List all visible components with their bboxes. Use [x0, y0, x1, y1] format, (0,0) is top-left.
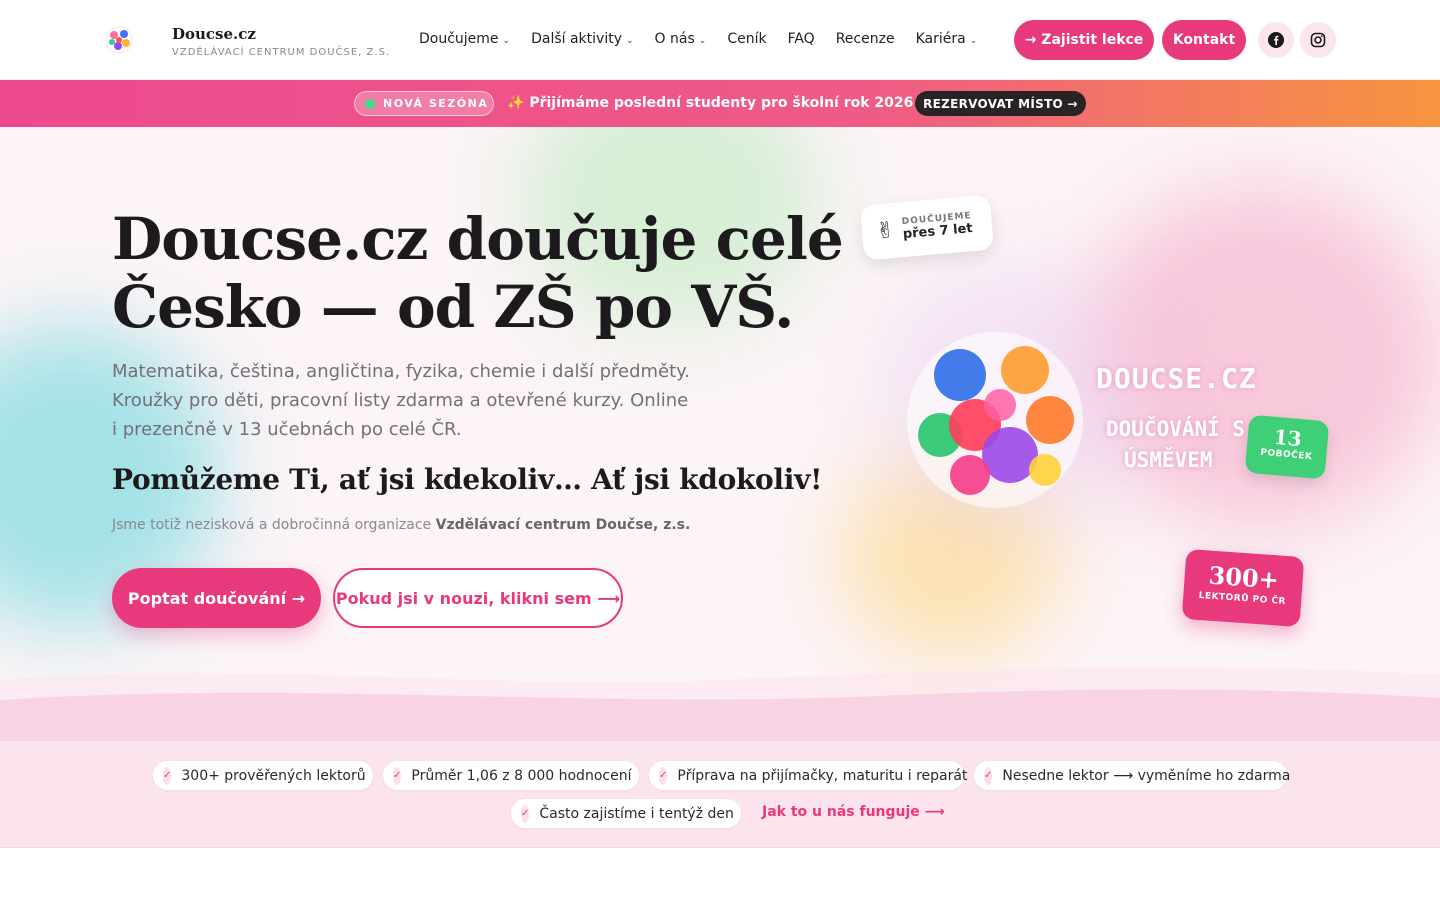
wave-divider: [0, 667, 1440, 741]
check-icon: ✓: [393, 766, 402, 785]
facebook-icon[interactable]: [1258, 22, 1294, 58]
page-bottom: [0, 849, 1440, 900]
sparkle-icon: ✨: [507, 95, 530, 111]
brand-name: Doucse.cz: [172, 25, 256, 43]
lectors-badge: 300+ LEKTORŮ PO ČR: [1181, 548, 1305, 628]
check-icon: ✓: [659, 766, 668, 785]
logo-slogan-line1: DOUČOVÁNÍ S: [1106, 417, 1246, 441]
check-icon: ✓: [984, 766, 993, 785]
victory-hand-icon: ✌: [875, 217, 896, 245]
nav-kariera[interactable]: Kariéra ⌄: [916, 31, 978, 47]
brand-subtitle: VZDĚLÁVACÍ CENTRUM DOUČSE, Z.S.: [172, 47, 391, 58]
hero-note: Jsme totiž nezisková a dobročinná organi…: [112, 517, 691, 533]
book-lessons-button[interactable]: → Zajistit lekce: [1014, 20, 1154, 60]
reserve-button[interactable]: REZERVOVAT MÍSTO →: [915, 91, 1086, 116]
how-it-works-link[interactable]: Jak to u nás funguje ⟶: [762, 804, 945, 820]
hero-subtitle: Pomůžeme Ti, ať jsi kdekoliv… Ať jsi kdo…: [112, 463, 823, 496]
feature-chip: ✓ Často zajistíme i tentýž den: [511, 799, 741, 828]
check-icon: ✓: [521, 804, 530, 823]
nav-faq[interactable]: FAQ: [788, 31, 815, 47]
logo-title: DOUCSE.CZ: [1096, 362, 1257, 395]
chevron-down-icon: ⌄: [698, 36, 707, 46]
main-nav: Doučujeme ⌄ Další aktivity ⌄ O nás ⌄ Ceník …: [419, 31, 998, 47]
status-dot: [365, 98, 375, 109]
request-tutoring-button[interactable]: Poptat doučování →: [112, 568, 321, 628]
new-season-pill: NOVÁ SEZÓNA: [354, 91, 494, 116]
years-badge: ✌ DOUČUJEME přes 7 let: [859, 194, 995, 261]
emergency-help-button[interactable]: Pokud jsi v nouzi, klikni sem ⟶: [333, 568, 623, 628]
hero-title: Doucse.cz doučuje celé Česko — od ZŠ po V…: [112, 205, 844, 341]
features-strip: [0, 741, 1440, 848]
nav-o-nas[interactable]: O nás ⌄: [655, 31, 707, 47]
nav-doucujeme[interactable]: Doučujeme ⌄: [419, 31, 510, 47]
hands-globe-logo: [907, 332, 1083, 508]
instagram-icon[interactable]: [1300, 22, 1336, 58]
branches-badge: 13 POBOČEK: [1244, 414, 1330, 480]
nav-dalsi-aktivity[interactable]: Další aktivity ⌄: [531, 31, 633, 47]
check-icon: ✓: [163, 766, 172, 785]
logo-icon[interactable]: [104, 25, 134, 55]
logo-slogan-line2: ÚSMĚVEM: [1124, 448, 1213, 472]
hero-lead: Matematika, čeština, angličtina, fyzika,…: [112, 361, 690, 440]
banner-text: ✨ Přijímáme poslední studenty pro školní…: [507, 95, 968, 111]
chevron-down-icon: ⌄: [626, 36, 634, 46]
brand[interactable]: Doucse.cz VZDĚLÁVACÍ CENTRUM DOUČSE, Z.S…: [172, 25, 390, 58]
feature-chip: ✓ Průměr 1,06 z 8 000 hodnocení: [383, 761, 639, 790]
site-header: Doucse.cz VZDĚLÁVACÍ CENTRUM DOUČSE, Z.S…: [0, 0, 1440, 80]
feature-chip: ✓ 300+ prověřených lektorů: [153, 761, 373, 790]
nav-cenik[interactable]: Ceník: [727, 31, 766, 47]
feature-chip: ✓ Nesedne lektor ⟶ vyměníme ho zdarma: [974, 761, 1290, 790]
feature-chip: ✓ Příprava na přijímačky, maturitu i repa…: [649, 761, 967, 790]
nav-recenze[interactable]: Recenze: [836, 31, 895, 47]
chevron-down-icon: ⌄: [502, 36, 511, 46]
chevron-down-icon: ⌄: [969, 36, 978, 46]
contact-button[interactable]: Kontakt: [1162, 20, 1246, 60]
